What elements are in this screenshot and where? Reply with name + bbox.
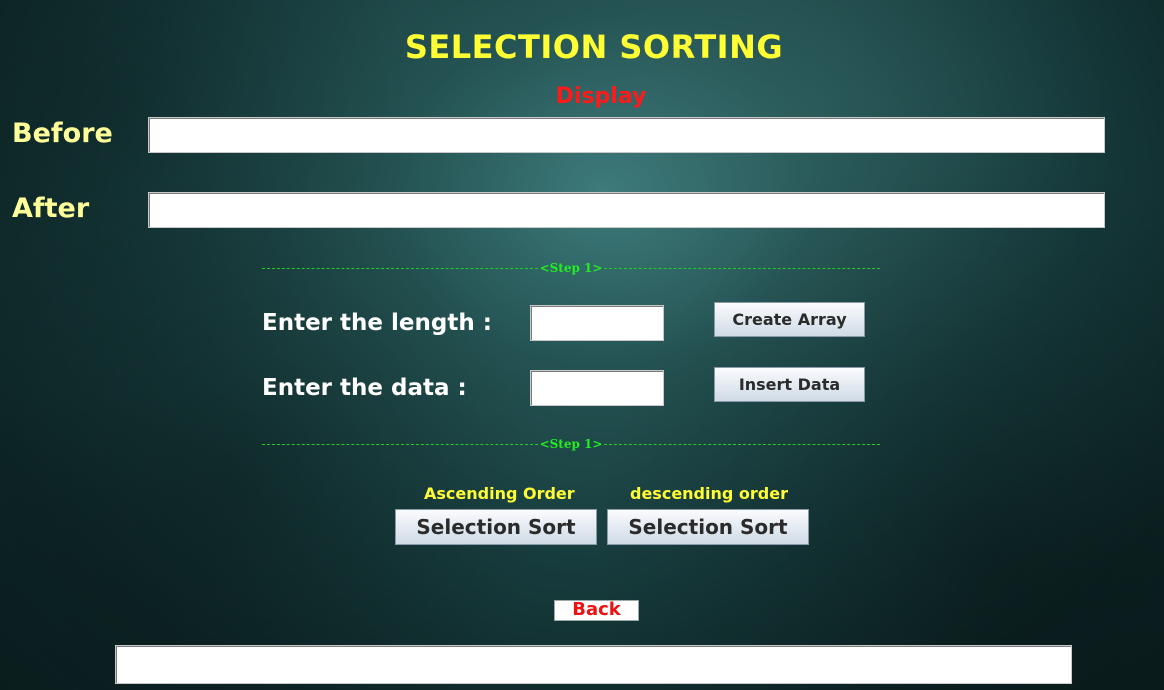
before-field[interactable] <box>148 117 1105 153</box>
data-label: Enter the data : <box>262 375 467 401</box>
display-label: Display <box>555 84 647 109</box>
descending-order-label: descending order <box>630 484 788 503</box>
ascending-order-label: Ascending Order <box>424 484 575 503</box>
ascending-sort-button[interactable]: Selection Sort <box>395 509 597 545</box>
after-label: After <box>12 193 90 224</box>
before-label: Before <box>12 118 113 149</box>
step-2-label: <Step 1> <box>539 437 603 451</box>
after-field[interactable] <box>148 192 1105 228</box>
step-1-label: <Step 1> <box>539 261 603 275</box>
length-input[interactable] <box>530 305 664 341</box>
descending-sort-button[interactable]: Selection Sort <box>607 509 809 545</box>
back-button[interactable]: Back <box>554 600 639 621</box>
step-divider-1: <Step 1> <box>262 261 880 275</box>
page-title: SELECTION SORTING <box>404 28 784 66</box>
step-divider-2: <Step 1> <box>262 437 880 451</box>
length-label: Enter the length : <box>262 310 492 336</box>
insert-data-button[interactable]: Insert Data <box>714 367 865 402</box>
data-input[interactable] <box>530 370 664 406</box>
status-field[interactable] <box>115 645 1072 684</box>
create-array-button[interactable]: Create Array <box>714 302 865 337</box>
